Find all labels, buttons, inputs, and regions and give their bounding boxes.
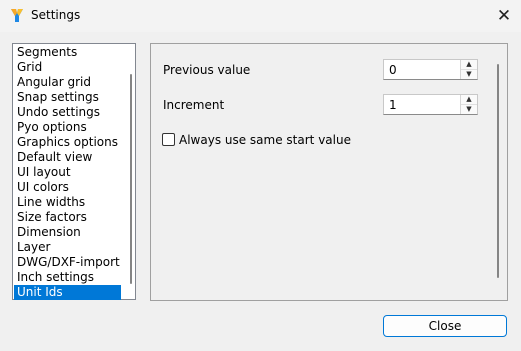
list-item[interactable]: Angular grid (14, 75, 121, 90)
list-scrollbar[interactable] (130, 74, 132, 284)
list-item[interactable]: UI colors (14, 180, 121, 195)
list-item[interactable]: Segments (14, 45, 121, 60)
panel-scrollbar[interactable] (497, 64, 499, 278)
list-item[interactable]: Inch settings (14, 270, 121, 285)
settings-app-icon (11, 9, 23, 22)
list-item[interactable]: Layer (14, 240, 121, 255)
list-item[interactable]: Undo settings (14, 105, 121, 120)
same-start-checkbox[interactable] (162, 133, 175, 146)
list-item-selected[interactable]: Unit Ids (14, 285, 121, 300)
same-start-label[interactable]: Always use same start value (179, 133, 351, 147)
list-item[interactable]: Default view (14, 150, 121, 165)
increment-label: Increment (163, 98, 225, 112)
previous-value-input[interactable]: 0 (389, 63, 397, 77)
spin-buttons: ▲ ▼ (460, 60, 477, 79)
list-item[interactable]: Graphics options (14, 135, 121, 150)
list-item[interactable]: UI layout (14, 165, 121, 180)
list-item[interactable]: Grid (14, 60, 121, 75)
title-bar: Settings ✕ (0, 0, 521, 32)
list-item[interactable]: Line widths (14, 195, 121, 210)
spin-buttons: ▲ ▼ (460, 95, 477, 114)
spin-down-icon[interactable]: ▼ (461, 70, 477, 79)
settings-category-list[interactable]: Segments Grid Angular grid Snap settings… (12, 43, 136, 300)
previous-value-label: Previous value (163, 63, 251, 77)
list-item[interactable]: DWG/DXF-import (14, 255, 121, 270)
spin-up-icon[interactable]: ▲ (461, 60, 477, 70)
increment-stepper[interactable]: 1 ▲ ▼ (383, 94, 478, 115)
previous-value-stepper[interactable]: 0 ▲ ▼ (383, 59, 478, 80)
list-item[interactable]: Size factors (14, 210, 121, 225)
increment-input[interactable]: 1 (389, 98, 397, 112)
close-icon[interactable]: ✕ (489, 4, 519, 28)
settings-panel (150, 43, 508, 301)
close-button[interactable]: Close (383, 315, 507, 337)
window-title: Settings (31, 8, 81, 22)
list-item[interactable]: Dimension (14, 225, 121, 240)
spin-up-icon[interactable]: ▲ (461, 95, 477, 105)
spin-down-icon[interactable]: ▼ (461, 105, 477, 114)
list-item[interactable]: Pyo options (14, 120, 121, 135)
list-item[interactable]: Snap settings (14, 90, 121, 105)
